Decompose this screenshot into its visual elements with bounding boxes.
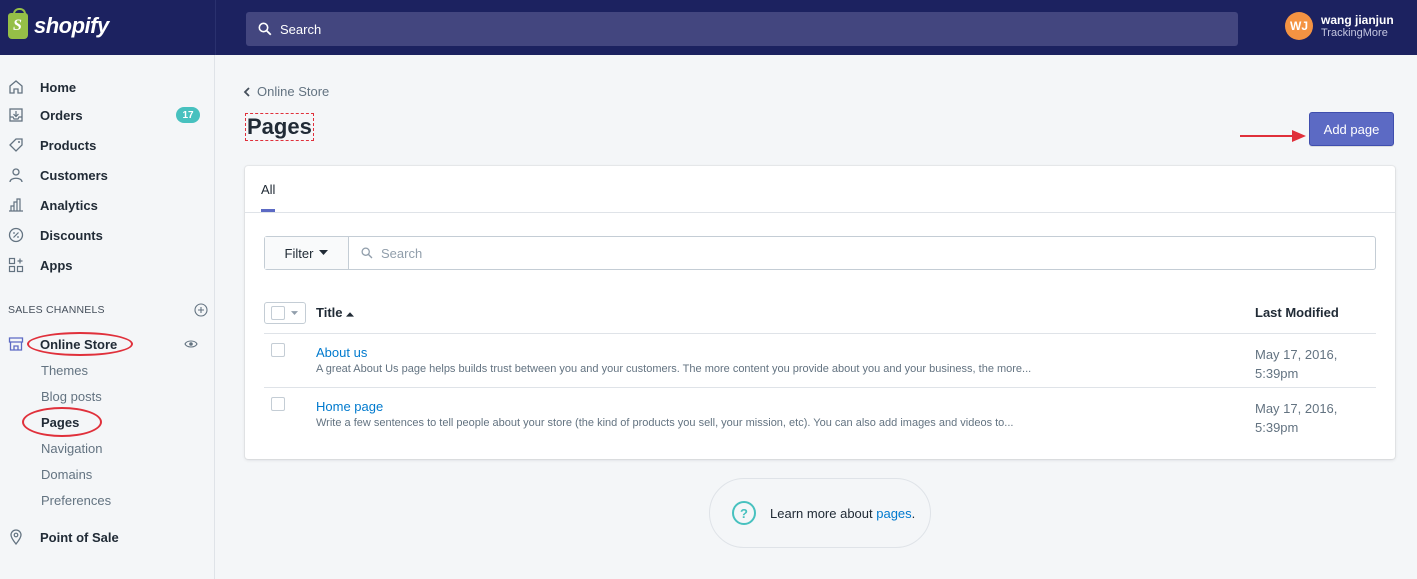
table-row[interactable]: About us A great About Us page helps bui… xyxy=(264,335,1376,388)
global-search[interactable] xyxy=(246,12,1238,46)
pages-search[interactable] xyxy=(349,237,1281,269)
add-channel-icon[interactable] xyxy=(194,303,208,317)
filter-label: Filter xyxy=(284,245,314,261)
breadcrumb-label: Online Store xyxy=(257,84,330,99)
tab-all[interactable]: All xyxy=(261,182,275,197)
search-icon xyxy=(258,22,272,36)
sidebar-subitem-navigation[interactable]: Navigation xyxy=(41,441,102,456)
sort-ascending-icon xyxy=(346,312,355,317)
sidebar-item-apps[interactable]: Apps xyxy=(6,253,73,277)
logo-text: shopify xyxy=(34,13,109,38)
help-text: Learn more about pages. xyxy=(770,505,916,521)
top-bar: S shopify WJ wang jianjun TrackingMore xyxy=(0,0,1417,55)
pages-help-link[interactable]: pages xyxy=(876,506,911,521)
search-icon xyxy=(361,247,373,259)
question-circle-icon: ? xyxy=(732,501,756,525)
filter-bar: Filter xyxy=(264,236,1376,270)
add-page-button[interactable]: Add page xyxy=(1309,112,1394,146)
caret-down-icon xyxy=(319,250,329,255)
column-last-modified[interactable]: Last Modified xyxy=(1255,305,1339,320)
breadcrumb[interactable]: Online Store xyxy=(243,84,329,99)
select-all-checkbox[interactable] xyxy=(271,306,285,320)
last-modified-date: May 17, 2016, 5:39pm xyxy=(1255,347,1338,381)
annotation-oval-online-store xyxy=(27,332,133,356)
page-title: Pages xyxy=(245,113,314,141)
bar-chart-icon xyxy=(6,195,26,215)
apps-icon xyxy=(6,255,26,275)
sidebar-subitem-domains[interactable]: Domains xyxy=(41,467,92,482)
location-pin-icon xyxy=(6,527,26,547)
sidebar-subitem-preferences[interactable]: Preferences xyxy=(41,493,111,508)
home-icon xyxy=(6,77,26,97)
sidebar-item-online-store[interactable]: Online Store xyxy=(6,332,198,356)
avatar: WJ xyxy=(1285,12,1313,40)
shopify-logo[interactable]: S shopify xyxy=(8,8,109,39)
page-description: A great About Us page helps builds trust… xyxy=(316,363,1032,375)
tag-icon xyxy=(6,135,26,155)
page-title-link[interactable]: About us xyxy=(316,345,367,360)
sidebar-item-customers[interactable]: Customers xyxy=(6,163,108,187)
person-icon xyxy=(6,165,26,185)
orders-icon xyxy=(6,105,26,125)
annotation-arrow-head xyxy=(1292,130,1306,142)
row-checkbox[interactable] xyxy=(271,343,285,357)
sales-channels-label: SALES CHANNELS xyxy=(8,304,105,316)
discount-icon xyxy=(6,225,26,245)
store-name: TrackingMore xyxy=(1321,26,1388,39)
page-title-link[interactable]: Home page xyxy=(316,399,383,414)
tab-divider xyxy=(245,212,1395,213)
annotation-arrow-line xyxy=(1240,135,1296,137)
table-header: Title Last Modified xyxy=(264,296,1376,334)
bulk-select-checkbox[interactable] xyxy=(264,302,306,324)
topbar-divider xyxy=(215,0,216,55)
sidebar-item-discounts[interactable]: Discounts xyxy=(6,223,103,247)
orders-count-badge: 17 xyxy=(176,107,200,123)
sidebar-item-label: Analytics xyxy=(40,197,98,213)
pages-search-input[interactable] xyxy=(381,245,1281,261)
sidebar: Home Orders 17 Products Customers Analyt… xyxy=(0,55,215,579)
column-title[interactable]: Title xyxy=(316,305,355,320)
sidebar-item-label: Products xyxy=(40,137,97,153)
user-name: wang jianjun xyxy=(1321,12,1394,27)
shopify-bag-icon: S xyxy=(8,8,28,39)
pages-card: All Filter Title Last Modified About us … xyxy=(245,166,1395,459)
store-icon xyxy=(6,334,26,354)
sidebar-item-label: Customers xyxy=(40,167,108,183)
annotation-oval-pages xyxy=(22,407,102,437)
sidebar-item-label: Home xyxy=(40,79,77,95)
last-modified-date: May 17, 2016, 5:39pm xyxy=(1255,401,1338,435)
user-menu[interactable]: WJ wang jianjun TrackingMore xyxy=(1285,12,1394,40)
chevron-left-icon xyxy=(243,86,250,97)
sidebar-item-orders[interactable]: Orders 17 xyxy=(6,103,200,127)
help-footer: ? Learn more about pages. xyxy=(709,478,931,548)
sidebar-item-label: Apps xyxy=(40,257,73,273)
table-row[interactable]: Home page Write a few sentences to tell … xyxy=(264,389,1376,442)
sidebar-subitem-blog-posts[interactable]: Blog posts xyxy=(41,389,102,404)
sidebar-item-label: Orders xyxy=(40,107,83,123)
sidebar-item-point-of-sale[interactable]: Point of Sale xyxy=(6,525,119,549)
sales-channels-header: SALES CHANNELS xyxy=(8,303,208,317)
sidebar-item-label: Discounts xyxy=(40,227,103,243)
page-description: Write a few sentences to tell people abo… xyxy=(316,417,1014,429)
row-checkbox[interactable] xyxy=(271,397,285,411)
caret-down-icon xyxy=(291,310,298,315)
sidebar-item-label: Point of Sale xyxy=(40,529,119,545)
sidebar-item-products[interactable]: Products xyxy=(6,133,96,157)
global-search-input[interactable] xyxy=(280,21,1180,37)
sidebar-item-analytics[interactable]: Analytics xyxy=(6,193,98,217)
sidebar-subitem-themes[interactable]: Themes xyxy=(41,363,88,378)
sidebar-item-home[interactable]: Home xyxy=(6,75,76,99)
filter-button[interactable]: Filter xyxy=(265,237,349,269)
eye-icon[interactable] xyxy=(184,337,198,351)
